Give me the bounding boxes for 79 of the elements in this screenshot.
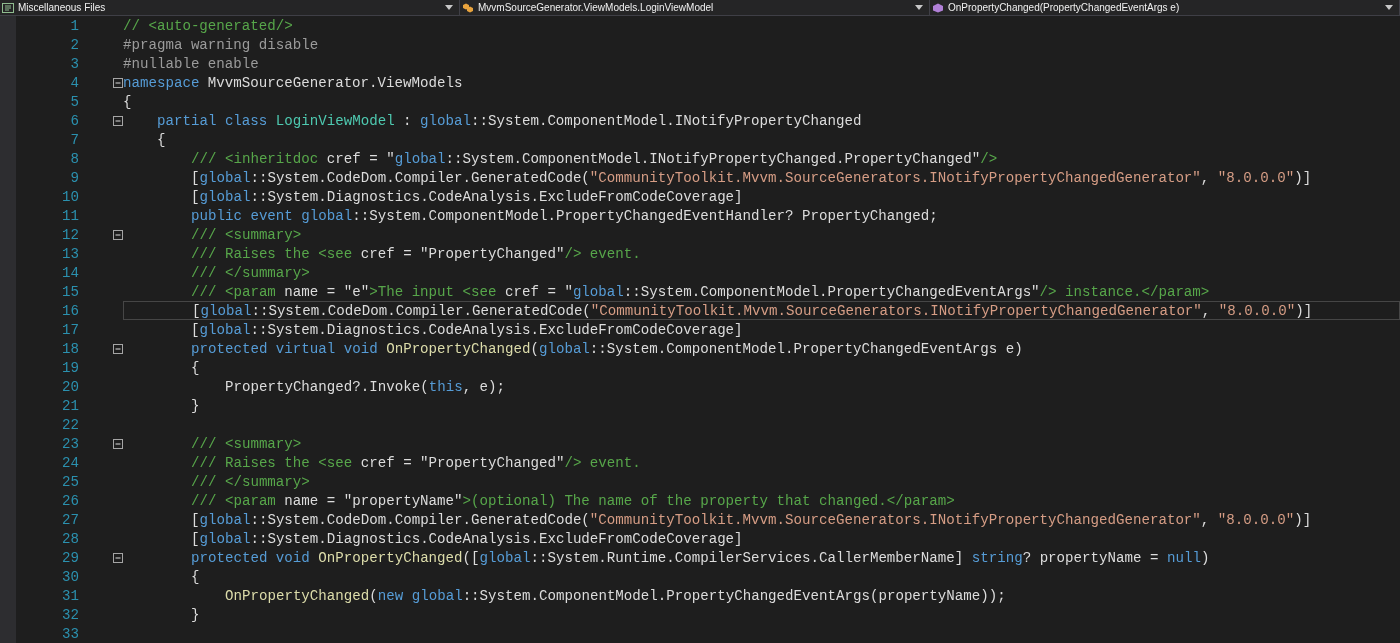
code-line: /// </summary> [191, 473, 310, 490]
code-line: protected virtual void OnPropertyChanged(global::System.ComponentModel.PropertyChangedEventArgs e) [191, 340, 1023, 357]
line-number: 24 [61, 454, 79, 471]
line-number: 14 [61, 264, 79, 281]
line-number: 4 [69, 74, 79, 91]
line-number: 10 [61, 188, 79, 205]
line-number: 13 [61, 245, 79, 262]
navigation-dropdown[interactable]: MvvmSourceGenerator.ViewModels.LoginViewModel [460, 0, 930, 16]
line-number: 20 [61, 378, 79, 395]
line-number: 2 [69, 36, 79, 53]
line-number: 18 [61, 340, 79, 357]
line-number: 26 [61, 492, 79, 509]
code-line: { [157, 131, 166, 148]
code-line: { [191, 568, 200, 585]
line-number: 1 [69, 17, 79, 34]
collapse-icon[interactable] [113, 229, 123, 240]
line-number: 21 [61, 397, 79, 414]
line-number: 11 [61, 207, 79, 224]
code-line: /// <inheritdoc cref = "global::System.ComponentModel.INotifyPropertyChanged.PropertyChanged"/> [191, 150, 998, 167]
line-number: 33 [61, 625, 79, 642]
line-number: 25 [61, 473, 79, 490]
line-number: 7 [69, 131, 79, 148]
code-line: partial class LoginViewModel : global::System.ComponentModel.INotifyPropertyChanged [157, 112, 862, 129]
code-line: // <auto-generated/> [123, 17, 293, 34]
code-line: /// <param name = "e">The input <see cref = "global::System.ComponentModel.PropertyChangedEventArgs"/> instance.</param> [191, 283, 1210, 300]
code-line: /// Raises the <see cref = "PropertyChanged"/> event. [191, 245, 641, 262]
code-line: { [191, 359, 200, 376]
file-icon [2, 2, 14, 13]
code-line: [global::System.CodeDom.Compiler.GeneratedCode("CommunityToolkit.Mvvm.SourceGenerators.INotifyPropertyChangedGenerator", "8.0.0.0")] [191, 169, 1312, 186]
line-number: 28 [61, 530, 79, 547]
line-number: 17 [61, 321, 79, 338]
cube-icon [932, 2, 944, 13]
code-line: namespace MvvmSourceGenerator.ViewModels [123, 74, 463, 91]
code-line: protected void OnPropertyChanged([global::System.Runtime.CompilerServices.CallerMemberName] string? propertyName = null) [191, 549, 1210, 566]
line-number: 6 [69, 112, 79, 129]
collapse-icon[interactable] [113, 343, 123, 354]
collapse-icon[interactable] [113, 77, 123, 88]
line-number: 12 [61, 226, 79, 243]
navigation-dropdown[interactable]: OnPropertyChanged(PropertyChangedEventArgs e) [930, 0, 1400, 16]
line-number: 22 [61, 416, 79, 433]
navigation-dropdown[interactable]: Miscellaneous Files [0, 0, 460, 16]
code-line: [global::System.CodeDom.Compiler.GeneratedCode("CommunityToolkit.Mvvm.SourceGenerators.INotifyPropertyChangedGenerator", "8.0.0.0")] [192, 302, 1313, 319]
code-line: OnPropertyChanged(new global::System.ComponentModel.PropertyChangedEventArgs(propertyName)); [225, 587, 1006, 604]
class-icon [462, 2, 474, 13]
collapse-icon[interactable] [113, 438, 123, 449]
code-line: [global::System.Diagnostics.CodeAnalysis.ExcludeFromCodeCoverage] [191, 321, 743, 338]
line-number: 9 [69, 169, 79, 186]
code-line: PropertyChanged?.Invoke(this, e); [225, 378, 506, 395]
line-number: 23 [61, 435, 79, 452]
line-number: 19 [61, 359, 79, 376]
code-line: public event global::System.ComponentModel.PropertyChangedEventHandler? PropertyChanged; [191, 207, 938, 224]
code-line: } [191, 606, 200, 623]
line-number: 29 [61, 549, 79, 566]
code-line: /// Raises the <see cref = "PropertyChanged"/> event. [191, 454, 641, 471]
code-line: [global::System.CodeDom.Compiler.GeneratedCode("CommunityToolkit.Mvvm.SourceGenerators.INotifyPropertyChangedGenerator", "8.0.0.0")] [191, 511, 1312, 528]
collapse-icon[interactable] [113, 552, 123, 563]
caret-icon [915, 5, 923, 10]
collapse-icon[interactable] [113, 115, 123, 126]
code-line: #nullable enable [123, 55, 259, 72]
code-line: { [123, 93, 132, 110]
code-line: } [191, 397, 200, 414]
code-line: #pragma warning disable [123, 36, 319, 53]
line-number: 31 [61, 587, 79, 604]
code-line: /// <param name = "propertyName">(optional) The name of the property that changed.</param> [191, 492, 955, 509]
line-number: 30 [61, 568, 79, 585]
code-line: /// <summary> [191, 226, 302, 243]
caret-icon [1385, 5, 1393, 10]
code-line: [global::System.Diagnostics.CodeAnalysis.ExcludeFromCodeCoverage] [191, 530, 743, 547]
code-line: /// <summary> [191, 435, 302, 452]
line-number: 3 [69, 55, 79, 72]
line-number: 27 [61, 511, 79, 528]
line-number: 15 [61, 283, 79, 300]
code-line: /// </summary> [191, 264, 310, 281]
line-number: 5 [69, 93, 79, 110]
code-line: [global::System.Diagnostics.CodeAnalysis.ExcludeFromCodeCoverage] [191, 188, 743, 205]
line-number: 8 [69, 150, 79, 167]
caret-icon [445, 5, 453, 10]
line-number: 16 [61, 302, 79, 319]
line-number: 32 [61, 606, 79, 623]
